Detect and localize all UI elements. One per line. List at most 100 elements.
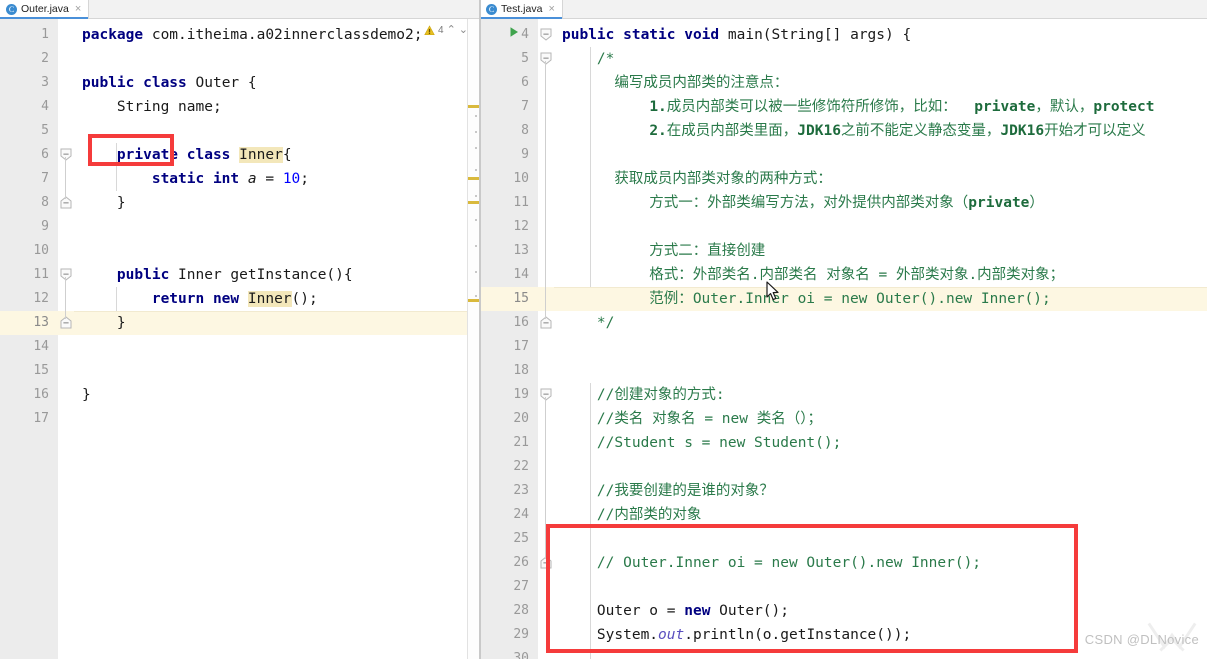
line-number[interactable]: 8 — [480, 119, 538, 143]
code-line[interactable]: public Inner getInstance(){ — [74, 263, 479, 287]
fold-collapse-icon[interactable] — [540, 316, 552, 329]
line-number[interactable]: 15 — [0, 359, 58, 383]
code-line[interactable]: //内部类的对象 — [554, 503, 1207, 527]
line-number[interactable]: 19 — [480, 383, 538, 407]
code-area-left[interactable]: package com.itheima.a02innerclassdemo2; … — [74, 19, 479, 659]
inspection-marker-strip-left[interactable] — [467, 19, 479, 659]
fold-cell[interactable] — [58, 407, 74, 431]
code-line[interactable]: 编写成员内部类的注意点： — [554, 71, 1207, 95]
code-line[interactable] — [74, 239, 479, 263]
fold-cell[interactable] — [538, 95, 554, 119]
line-number[interactable]: 17 — [480, 335, 538, 359]
line-number[interactable]: 24 — [480, 503, 538, 527]
fold-cell[interactable] — [58, 239, 74, 263]
code-fold-strip-left[interactable] — [58, 19, 74, 659]
fold-cell[interactable] — [538, 647, 554, 659]
line-number[interactable]: 17 — [0, 407, 58, 431]
code-line[interactable]: return new Inner(); — [74, 287, 479, 311]
line-number[interactable]: 6 — [0, 143, 58, 167]
fold-cell[interactable] — [538, 431, 554, 455]
fold-cell[interactable] — [58, 95, 74, 119]
line-number[interactable]: 25 — [480, 527, 538, 551]
line-number[interactable]: 11 — [0, 263, 58, 287]
fold-expand-icon[interactable] — [540, 28, 552, 41]
line-number[interactable]: 26 — [480, 551, 538, 575]
chevron-down-icon[interactable]: ⌄ — [459, 25, 468, 36]
code-line[interactable]: } — [74, 311, 479, 335]
fold-cell[interactable] — [538, 479, 554, 503]
line-number[interactable]: 28 — [480, 599, 538, 623]
code-line[interactable]: */ — [554, 311, 1207, 335]
code-line[interactable]: Outer o = new Outer(); — [554, 599, 1207, 623]
code-line[interactable] — [74, 335, 479, 359]
editor-body-left[interactable]: 1 2 3 4 5 6 7 8 9 10 11 12 13 14 15 16 17 package com.it… — [0, 19, 479, 659]
line-number[interactable]: 5 — [480, 47, 538, 71]
fold-cell[interactable] — [538, 167, 554, 191]
line-number[interactable]: 27 — [480, 575, 538, 599]
line-number[interactable]: 11 — [480, 191, 538, 215]
code-line[interactable]: } — [74, 383, 479, 407]
code-line[interactable]: //Student s = new Student(); — [554, 431, 1207, 455]
fold-cell[interactable] — [58, 359, 74, 383]
fold-cell[interactable] — [538, 119, 554, 143]
code-line[interactable]: public static void main(String[] args) { — [554, 23, 1207, 47]
fold-expand-icon[interactable] — [60, 268, 72, 281]
code-line[interactable]: //我要创建的是谁的对象？ — [554, 479, 1207, 503]
warning-marker[interactable] — [468, 177, 479, 180]
code-line[interactable]: 方式二：直接创建 — [554, 239, 1207, 263]
line-number[interactable]: 14 — [480, 263, 538, 287]
fold-cell[interactable] — [538, 551, 554, 575]
fold-cell[interactable] — [538, 359, 554, 383]
fold-cell[interactable] — [538, 215, 554, 239]
chevron-up-icon[interactable]: ⌃ — [447, 25, 456, 36]
fold-cell[interactable] — [58, 143, 74, 167]
fold-cell[interactable] — [538, 503, 554, 527]
tab-test-java[interactable]: C Test.java × — [480, 0, 563, 19]
line-number[interactable]: 4 — [480, 23, 538, 47]
line-number[interactable]: 21 — [480, 431, 538, 455]
line-number[interactable]: 3 — [0, 71, 58, 95]
code-fold-strip-right[interactable] — [538, 19, 554, 659]
code-line[interactable] — [554, 143, 1207, 167]
fold-expand-icon[interactable] — [60, 148, 72, 161]
line-number[interactable]: 16 — [0, 383, 58, 407]
code-line[interactable] — [554, 455, 1207, 479]
code-line[interactable]: private class Inner{ — [74, 143, 479, 167]
line-number[interactable]: 7 — [480, 95, 538, 119]
code-line[interactable] — [554, 527, 1207, 551]
code-line[interactable]: 2.在成员内部类里面，JDK16之前不能定义静态变量，JDK16开始才可以定义 — [554, 119, 1207, 143]
code-line[interactable]: String name; — [74, 95, 479, 119]
fold-cell[interactable] — [538, 527, 554, 551]
fold-cell[interactable] — [58, 191, 74, 215]
code-line[interactable]: 范例：Outer.Inner oi = new Outer().new Inne… — [554, 287, 1207, 311]
line-number[interactable]: 7 — [0, 167, 58, 191]
fold-expand-icon[interactable] — [540, 388, 552, 401]
fold-cell[interactable] — [538, 383, 554, 407]
line-number[interactable]: 6 — [480, 71, 538, 95]
fold-cell[interactable] — [538, 263, 554, 287]
fold-collapse-icon[interactable] — [60, 316, 72, 329]
line-number[interactable]: 12 — [0, 287, 58, 311]
fold-cell[interactable] — [538, 623, 554, 647]
code-line[interactable]: package com.itheima.a02innerclassdemo2; — [74, 23, 479, 47]
fold-cell[interactable] — [538, 23, 554, 47]
fold-expand-icon[interactable] — [540, 52, 552, 65]
code-line[interactable] — [74, 407, 479, 431]
fold-cell[interactable] — [58, 287, 74, 311]
fold-cell[interactable] — [58, 23, 74, 47]
code-line[interactable]: 获取成员内部类对象的两种方式： — [554, 167, 1207, 191]
line-number[interactable]: 9 — [0, 215, 58, 239]
code-line[interactable] — [74, 215, 479, 239]
tab-outer-java[interactable]: C Outer.java × — [0, 0, 90, 19]
warning-marker[interactable] — [468, 201, 479, 204]
fold-collapse-icon[interactable] — [60, 196, 72, 209]
line-number[interactable]: 4 — [0, 95, 58, 119]
fold-cell[interactable] — [538, 455, 554, 479]
fold-cell[interactable] — [58, 167, 74, 191]
fold-cell[interactable] — [58, 335, 74, 359]
fold-cell[interactable] — [538, 407, 554, 431]
fold-cell[interactable] — [538, 143, 554, 167]
line-number[interactable]: 1 — [0, 23, 58, 47]
line-number[interactable]: 13 — [480, 239, 538, 263]
fold-cell[interactable] — [538, 191, 554, 215]
